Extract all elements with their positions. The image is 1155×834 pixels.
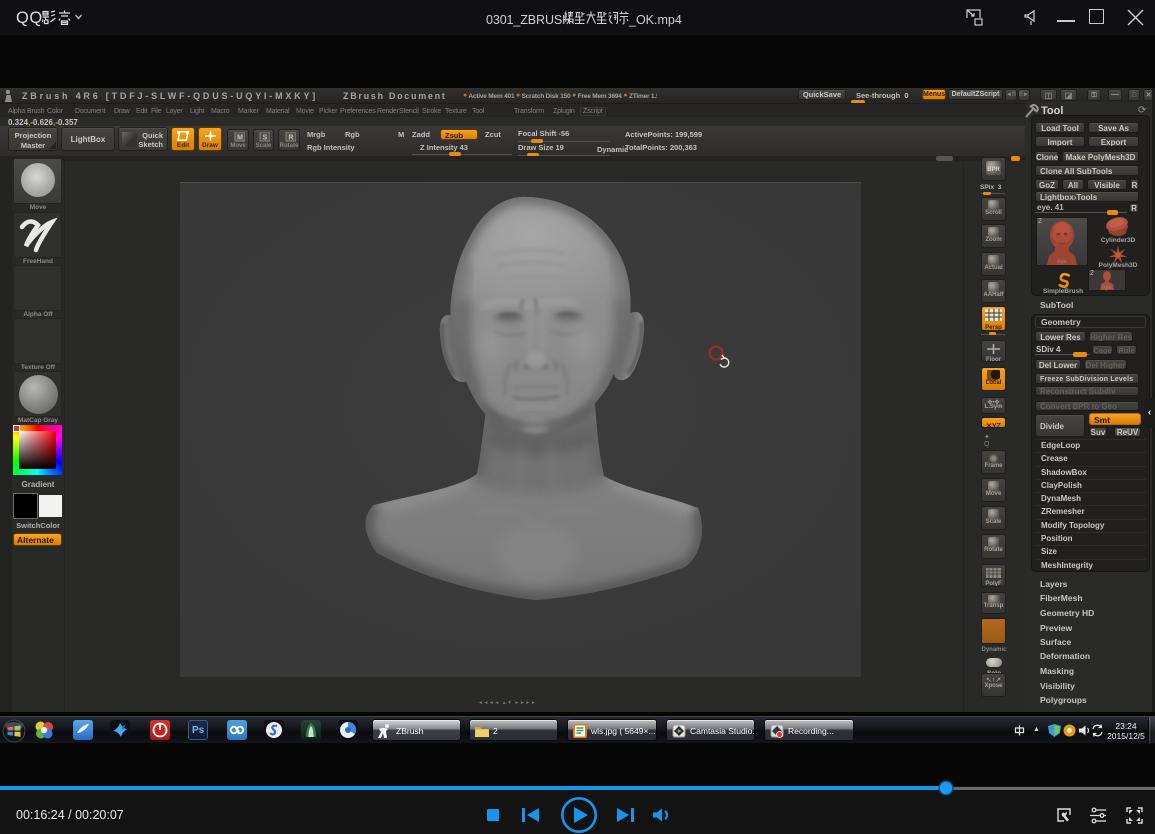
svg-text:S: S	[263, 135, 268, 142]
svg-text:M: M	[237, 135, 243, 142]
svg-text:R: R	[288, 135, 293, 142]
